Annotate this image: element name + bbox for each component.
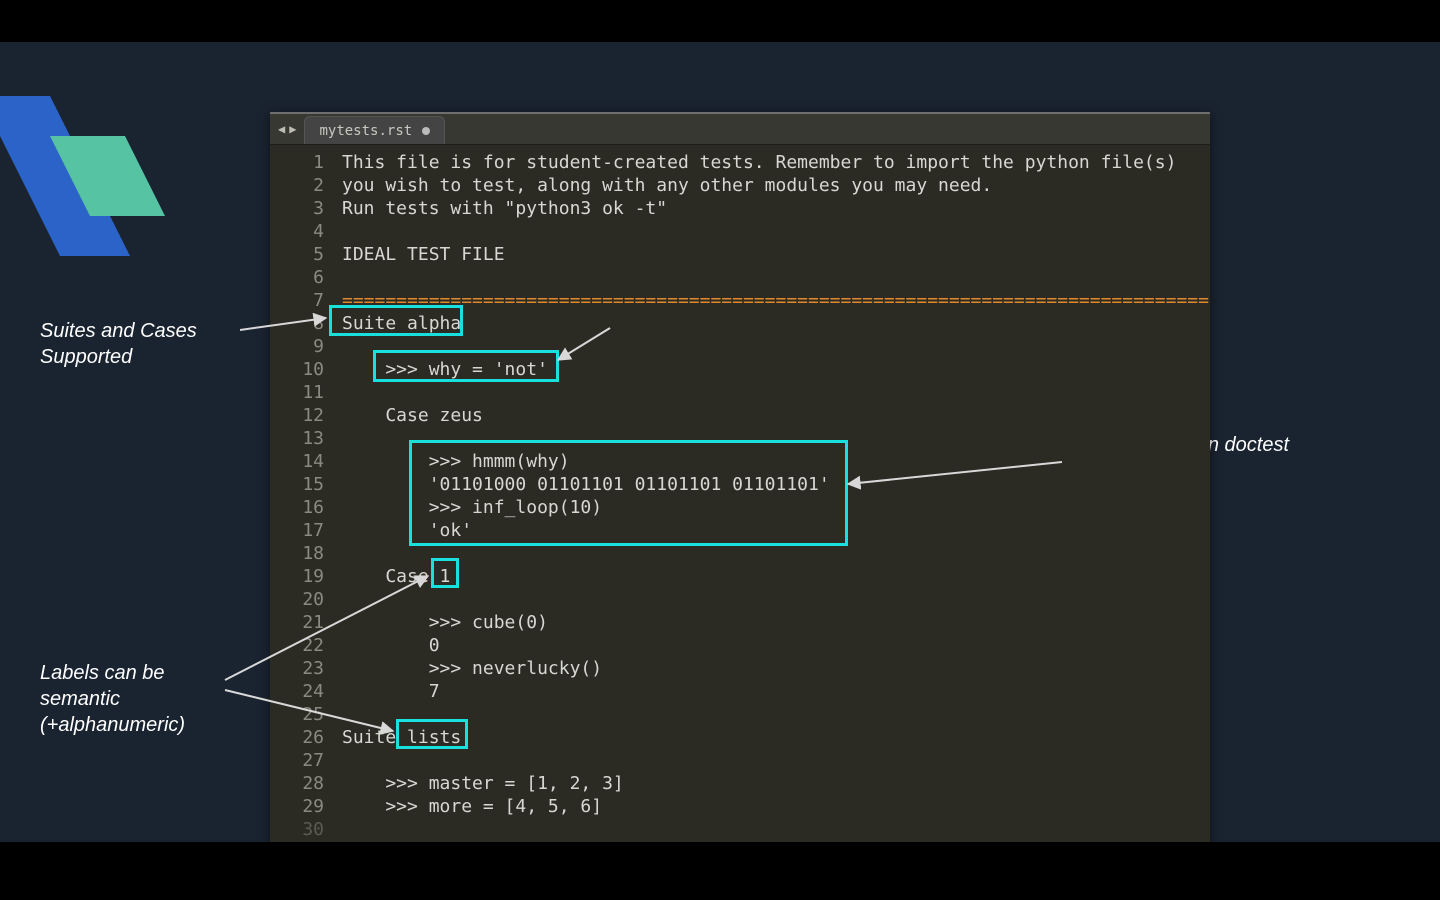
code-line <box>342 703 1210 726</box>
tab-modified-dot-icon <box>422 127 430 135</box>
slide-background: Suites and Cases Supported Shared area -… <box>0 0 1440 900</box>
code-line <box>342 588 1210 611</box>
code-line: 'ok' <box>342 519 1210 542</box>
file-tab[interactable]: mytests.rst <box>304 116 445 144</box>
code-line: IDEAL TEST FILE <box>342 243 1210 266</box>
code-line <box>342 381 1210 404</box>
annotation-suites-cases: Suites and Cases Supported <box>40 318 250 370</box>
line-number: 13 <box>270 427 324 450</box>
line-number: 1 <box>270 151 324 174</box>
line-number: 6 <box>270 266 324 289</box>
code-line <box>342 335 1210 358</box>
code-line: Case zeus <box>342 404 1210 427</box>
line-number: 3 <box>270 197 324 220</box>
code-area[interactable]: 1234567891011121314151617181920212223242… <box>270 145 1210 864</box>
code-line: Run tests with "python3 ok -t" <box>342 197 1210 220</box>
nav-arrows[interactable]: ◀ ▶ <box>270 114 304 144</box>
line-number: 19 <box>270 565 324 588</box>
code-line <box>342 220 1210 243</box>
nav-forward-icon[interactable]: ▶ <box>289 122 296 136</box>
line-number: 17 <box>270 519 324 542</box>
code-line: 0 <box>342 634 1210 657</box>
code-line <box>342 427 1210 450</box>
code-line: >>> neverlucky() <box>342 657 1210 680</box>
logo-icon <box>0 96 180 296</box>
code-line: >>> why = 'not' <box>342 358 1210 381</box>
line-number: 27 <box>270 749 324 772</box>
code-line: you wish to test, along with any other m… <box>342 174 1210 197</box>
file-tab-label: mytests.rst <box>319 123 412 139</box>
line-number-gutter: 1234567891011121314151617181920212223242… <box>270 145 334 864</box>
code-line: '01101000 01101101 01101101 01101101' <box>342 473 1210 496</box>
line-number: 11 <box>270 381 324 404</box>
line-number: 2 <box>270 174 324 197</box>
line-number: 5 <box>270 243 324 266</box>
line-number: 12 <box>270 404 324 427</box>
line-number: 9 <box>270 335 324 358</box>
line-number: 7 <box>270 289 324 312</box>
code-line: This file is for student-created tests. … <box>342 151 1210 174</box>
line-number: 4 <box>270 220 324 243</box>
line-number: 23 <box>270 657 324 680</box>
line-number: 20 <box>270 588 324 611</box>
editor-window: ◀ ▶ mytests.rst 123456789101112131415161… <box>270 112 1210 864</box>
code-line: Suite lists <box>342 726 1210 749</box>
line-number: 10 <box>270 358 324 381</box>
annotation-labels: Labels can be semantic (+alphanumeric) <box>40 660 240 738</box>
line-number: 22 <box>270 634 324 657</box>
code-line: >>> master = [1, 2, 3] <box>342 772 1210 795</box>
line-number: 14 <box>270 450 324 473</box>
code-line <box>342 542 1210 565</box>
line-number: 29 <box>270 795 324 818</box>
code-line <box>342 749 1210 772</box>
line-number: 16 <box>270 496 324 519</box>
code-line: >>> more = [4, 5, 6] <box>342 795 1210 818</box>
line-number: 25 <box>270 703 324 726</box>
line-number: 28 <box>270 772 324 795</box>
code-content[interactable]: This file is for student-created tests. … <box>334 145 1210 864</box>
tab-bar: ◀ ▶ mytests.rst <box>270 114 1210 145</box>
line-number: 8 <box>270 312 324 335</box>
code-line: ========================================… <box>342 289 1210 312</box>
line-number: 15 <box>270 473 324 496</box>
nav-back-icon[interactable]: ◀ <box>278 122 285 136</box>
line-number: 26 <box>270 726 324 749</box>
code-line: >>> cube(0) <box>342 611 1210 634</box>
code-line: Suite alpha <box>342 312 1210 335</box>
code-line: >>> inf_loop(10) <box>342 496 1210 519</box>
line-number: 21 <box>270 611 324 634</box>
code-line: >>> hmmm(why) <box>342 450 1210 473</box>
code-line: Case 1 <box>342 565 1210 588</box>
code-line <box>342 266 1210 289</box>
code-line: 7 <box>342 680 1210 703</box>
line-number: 18 <box>270 542 324 565</box>
line-number: 24 <box>270 680 324 703</box>
